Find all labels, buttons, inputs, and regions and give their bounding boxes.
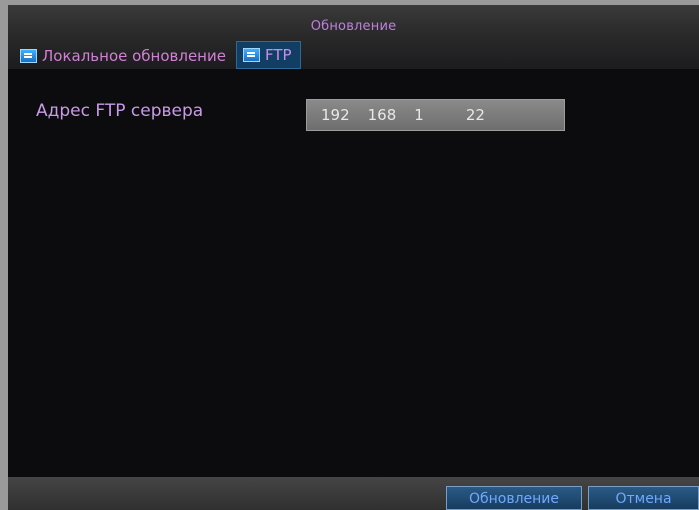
dialog-title: Обновление <box>310 19 397 34</box>
tab-local-update-label: Локальное обновление <box>42 47 226 65</box>
update-button[interactable]: Обновление <box>446 486 582 510</box>
ftp-ip-input[interactable]: 192 168 1 22 <box>306 99 565 131</box>
screen-frame: Обновление Локальное обновление FTP Адре… <box>0 0 699 510</box>
title-bar: Обновление Локальное обновление FTP <box>8 5 699 69</box>
button-bar: Обновление Отмена <box>8 477 699 510</box>
tab-bar: Локальное обновление FTP <box>14 39 301 69</box>
update-dialog: Обновление Локальное обновление FTP Адре… <box>8 5 699 510</box>
tab-icon <box>242 48 260 62</box>
tab-icon <box>20 49 37 63</box>
tab-ftp-label: FTP <box>264 46 292 64</box>
ftp-server-label: Адрес FTP сервера <box>36 101 204 121</box>
ip-octet-2[interactable]: 168 <box>368 106 397 124</box>
ip-octet-1[interactable]: 192 <box>321 106 350 124</box>
ip-octet-3[interactable]: 1 <box>414 106 424 124</box>
tab-local-update[interactable]: Локальное обновление <box>14 43 234 69</box>
content-area: Адрес FTP сервера 192 168 1 22 <box>8 69 699 477</box>
ip-octet-4[interactable]: 22 <box>466 106 485 124</box>
cancel-button[interactable]: Отмена <box>588 486 699 510</box>
tab-ftp[interactable]: FTP <box>235 41 301 69</box>
